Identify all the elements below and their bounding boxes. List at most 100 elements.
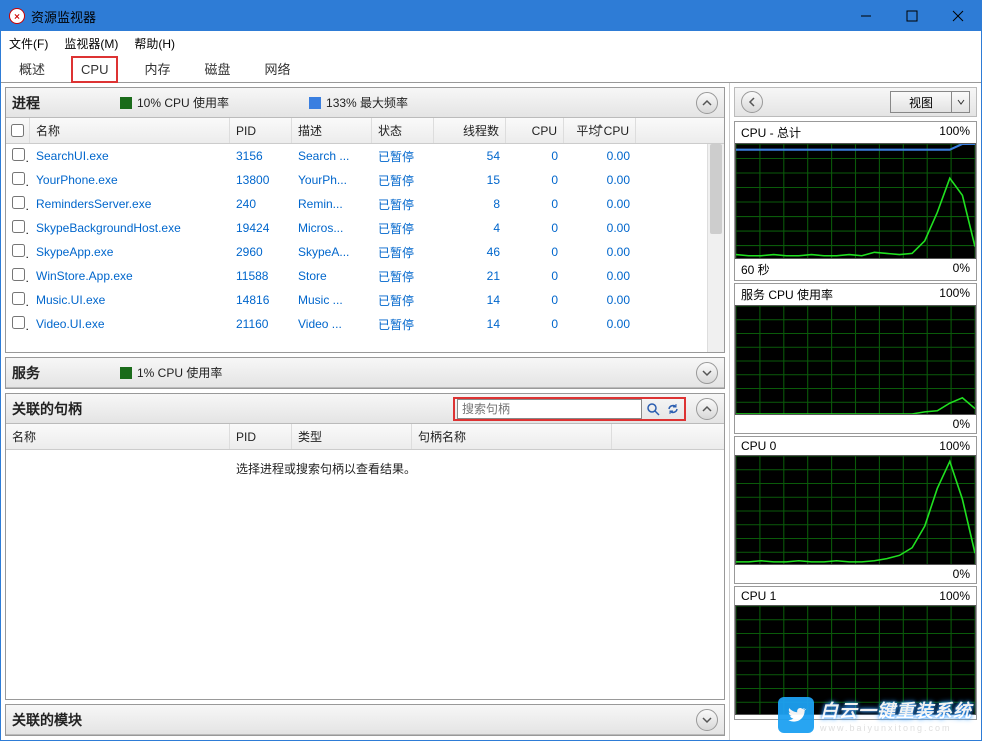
- table-row[interactable]: RemindersServer.exe 240 Remin... 已暂停 8 0…: [6, 192, 724, 216]
- menu-file[interactable]: 文件(F): [9, 35, 48, 52]
- tab-memory[interactable]: 内存: [136, 55, 178, 82]
- table-row[interactable]: YourPhone.exe 13800 YourPh... 已暂停 15 0 0…: [6, 168, 724, 192]
- tab-network[interactable]: 网络: [257, 55, 299, 82]
- menu-monitor[interactable]: 监视器(M): [64, 35, 118, 52]
- app-icon: [9, 8, 25, 24]
- cell-threads: 54: [434, 149, 506, 163]
- watermark-icon: [778, 697, 814, 733]
- hcol-type[interactable]: 类型: [292, 424, 412, 449]
- view-dropdown[interactable]: 视图: [890, 91, 970, 113]
- handles-title: 关联的句柄: [12, 399, 82, 419]
- col-desc[interactable]: 描述: [292, 118, 372, 143]
- row-checkbox[interactable]: [12, 292, 25, 305]
- expand-services-button[interactable]: [696, 362, 718, 384]
- collapse-processes-button[interactable]: [696, 92, 718, 114]
- handles-table: 名称 PID 类型 句柄名称 选择进程或搜索句柄以查看结果。: [6, 424, 724, 699]
- table-row[interactable]: WinStore.App.exe 11588 Store 已暂停 21 0 0.…: [6, 264, 724, 288]
- modules-header[interactable]: 关联的模块: [6, 705, 724, 735]
- cpu-usage-text: 10% CPU 使用率: [137, 94, 229, 111]
- table-row[interactable]: SearchUI.exe 3156 Search ... 已暂停 54 0 0.…: [6, 144, 724, 168]
- table-row[interactable]: Music.UI.exe 14816 Music ... 已暂停 14 0 0.…: [6, 288, 724, 312]
- services-title: 服务: [12, 363, 40, 383]
- cell-pid: 11588: [230, 269, 292, 283]
- cell-cpu: 0: [506, 293, 564, 307]
- charts-toolbar: 视图: [734, 87, 977, 117]
- chart-top-label: 100%: [939, 286, 970, 303]
- cell-status: 已暂停: [372, 220, 434, 237]
- table-row[interactable]: SkypeBackgroundHost.exe 19424 Micros... …: [6, 216, 724, 240]
- title-bar[interactable]: 资源监视器: [1, 1, 981, 31]
- cell-avg: 0.00: [564, 293, 636, 307]
- processes-title: 进程: [12, 93, 40, 113]
- cell-pid: 19424: [230, 221, 292, 235]
- chart-bottom-left: 60 秒: [741, 261, 770, 278]
- collapse-sidebar-button[interactable]: [741, 91, 763, 113]
- minimize-button[interactable]: [843, 1, 889, 31]
- cell-threads: 21: [434, 269, 506, 283]
- processes-scrollbar[interactable]: [707, 144, 724, 352]
- row-checkbox[interactable]: [12, 172, 25, 185]
- col-cpu[interactable]: CPU: [506, 118, 564, 143]
- row-checkbox[interactable]: [12, 220, 25, 233]
- select-all-checkbox[interactable]: [11, 124, 24, 137]
- col-name[interactable]: 名称: [30, 118, 230, 143]
- tab-overview[interactable]: 概述: [11, 55, 53, 82]
- expand-modules-button[interactable]: [696, 709, 718, 731]
- cell-desc: Video ...: [292, 317, 372, 331]
- hcol-handle-name[interactable]: 句柄名称: [412, 424, 612, 449]
- cell-desc: Music ...: [292, 293, 372, 307]
- handles-hint: 选择进程或搜索句柄以查看结果。: [6, 450, 724, 487]
- row-checkbox[interactable]: [12, 196, 25, 209]
- chart-title: CPU 0: [741, 439, 776, 453]
- app-window: 资源监视器 文件(F) 监视器(M) 帮助(H) 概述 CPU 内存 磁盘 网络…: [0, 0, 982, 741]
- collapse-handles-button[interactable]: [696, 398, 718, 420]
- cell-threads: 14: [434, 293, 506, 307]
- cell-pid: 2960: [230, 245, 292, 259]
- row-checkbox[interactable]: [12, 316, 25, 329]
- cell-desc: Micros...: [292, 221, 372, 235]
- refresh-icon[interactable]: [664, 400, 682, 418]
- cell-avg: 0.00: [564, 221, 636, 235]
- table-row[interactable]: SkypeApp.exe 2960 SkypeA... 已暂停 46 0 0.0…: [6, 240, 724, 264]
- cell-pid: 14816: [230, 293, 292, 307]
- chart-top-label: 100%: [939, 124, 970, 141]
- cell-status: 已暂停: [372, 196, 434, 213]
- chevron-down-icon: [951, 92, 969, 112]
- cell-status: 已暂停: [372, 172, 434, 189]
- cell-name: SkypeApp.exe: [30, 245, 230, 259]
- row-checkbox[interactable]: [12, 148, 25, 161]
- handles-panel: 关联的句柄 名称 PID 类型 句柄名称 选择进程或搜索句柄以查看结果。: [5, 393, 725, 700]
- cell-cpu: 0: [506, 245, 564, 259]
- window-title: 资源监视器: [31, 7, 843, 26]
- search-icon[interactable]: [644, 400, 662, 418]
- cell-avg: 0.00: [564, 317, 636, 331]
- cell-avg: 0.00: [564, 173, 636, 187]
- search-handles-input[interactable]: [457, 399, 642, 419]
- maximize-button[interactable]: [889, 1, 935, 31]
- chart-block: CPU 0100% 0%: [734, 436, 977, 584]
- tab-disk[interactable]: 磁盘: [196, 55, 238, 82]
- row-checkbox[interactable]: [12, 268, 25, 281]
- row-checkbox[interactable]: [12, 244, 25, 257]
- handles-header[interactable]: 关联的句柄: [6, 394, 724, 424]
- tab-cpu[interactable]: CPU: [71, 56, 118, 83]
- col-pid[interactable]: PID: [230, 118, 292, 143]
- cell-name: YourPhone.exe: [30, 173, 230, 187]
- cell-pid: 3156: [230, 149, 292, 163]
- table-row[interactable]: Video.UI.exe 21160 Video ... 已暂停 14 0 0.…: [6, 312, 724, 336]
- hcol-pid[interactable]: PID: [230, 424, 292, 449]
- cell-name: SearchUI.exe: [30, 149, 230, 163]
- col-status[interactable]: 状态: [372, 118, 434, 143]
- cell-threads: 4: [434, 221, 506, 235]
- processes-table: 名称 PID 描述 状态 线程数 CPU 平均 CPU SearchUI.exe…: [6, 118, 724, 352]
- hcol-name[interactable]: 名称: [6, 424, 230, 449]
- menu-help[interactable]: 帮助(H): [134, 35, 175, 52]
- close-button[interactable]: [935, 1, 981, 31]
- services-header[interactable]: 服务 1% CPU 使用率: [6, 358, 724, 388]
- cell-avg: 0.00: [564, 269, 636, 283]
- processes-header[interactable]: 进程 10% CPU 使用率 133% 最大频率: [6, 88, 724, 118]
- cell-pid: 13800: [230, 173, 292, 187]
- col-threads[interactable]: 线程数: [434, 118, 506, 143]
- chart-bottom-right: 0%: [953, 261, 970, 278]
- col-avg-cpu[interactable]: 平均 CPU: [564, 118, 636, 143]
